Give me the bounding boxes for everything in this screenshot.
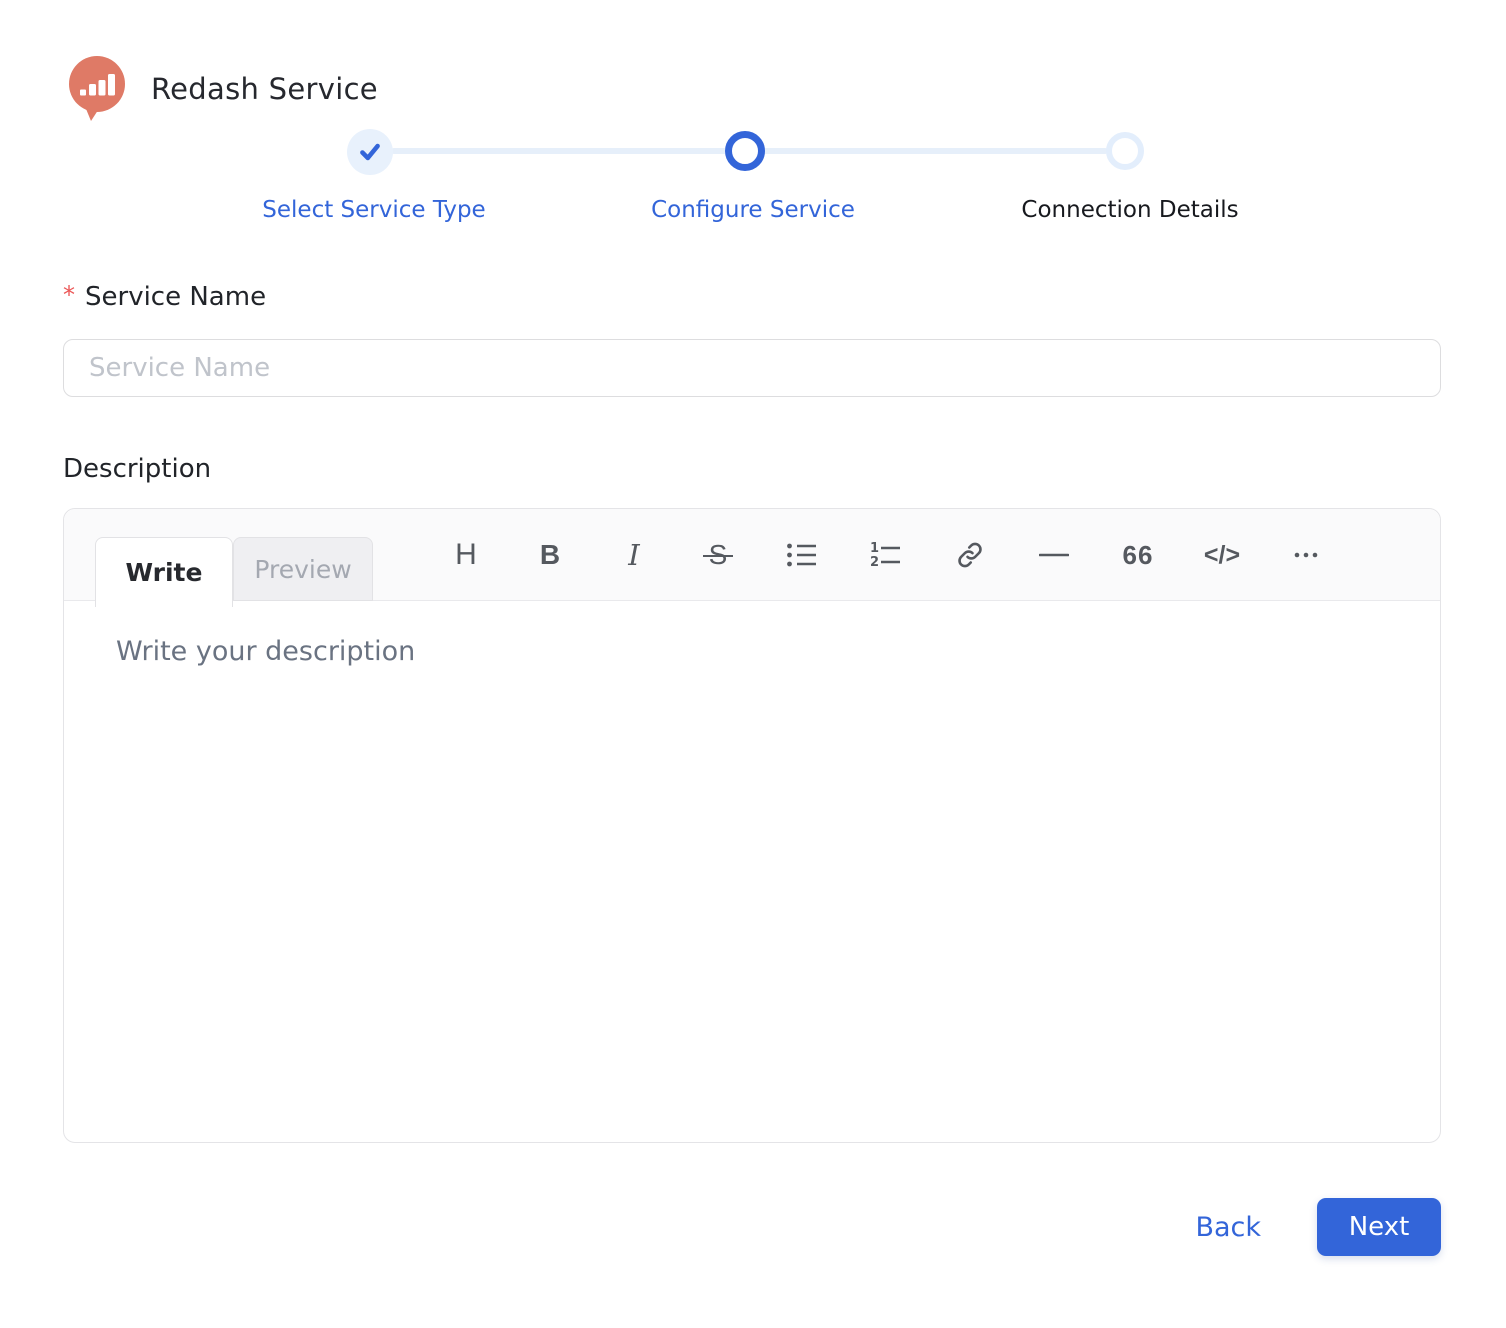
- redash-logo-icon: [65, 56, 129, 122]
- description-editor: Write Preview H B I S: [63, 508, 1441, 1143]
- link-icon: [955, 540, 985, 570]
- code-icon: </>: [1204, 543, 1240, 568]
- tab-write[interactable]: Write: [95, 537, 233, 607]
- step-connection-details-indicator: [1106, 132, 1144, 170]
- description-textarea[interactable]: [64, 602, 1440, 1142]
- redash-service-wizard: Redash Service Select Service Type Confi…: [0, 0, 1506, 1328]
- strikethrough-icon: S: [709, 541, 728, 569]
- svg-text:1: 1: [870, 541, 879, 556]
- description-label: Description: [63, 454, 211, 484]
- bold-icon: B: [540, 541, 560, 569]
- back-button[interactable]: Back: [1189, 1212, 1267, 1243]
- page-title: Redash Service: [151, 72, 378, 106]
- unordered-list-icon: [786, 542, 818, 568]
- horizontal-rule-button[interactable]: [1012, 523, 1096, 587]
- code-button[interactable]: </>: [1180, 523, 1264, 587]
- heading-button[interactable]: H: [424, 523, 508, 587]
- link-button[interactable]: [928, 523, 1012, 587]
- stepper-connector-2: [763, 148, 1108, 154]
- check-icon: [357, 139, 383, 165]
- step-label-configure-service[interactable]: Configure Service: [651, 197, 855, 223]
- horizontal-rule-icon: [1039, 542, 1069, 568]
- italic-icon: I: [628, 541, 639, 570]
- more-icon: [1292, 542, 1320, 568]
- wizard-footer: Back Next: [1189, 1198, 1441, 1256]
- step-label-connection-details: Connection Details: [1021, 197, 1238, 223]
- ordered-list-button[interactable]: 1 2: [844, 523, 928, 587]
- svg-text:2: 2: [870, 555, 879, 569]
- heading-icon: H: [455, 540, 477, 570]
- service-name-label-text: Service Name: [85, 282, 266, 312]
- ordered-list-icon: 1 2: [870, 541, 902, 569]
- next-button[interactable]: Next: [1317, 1198, 1441, 1256]
- step-configure-service-indicator[interactable]: [725, 131, 765, 171]
- stepper-connector-1: [391, 148, 727, 154]
- strikethrough-button[interactable]: S: [676, 523, 760, 587]
- service-name-input[interactable]: [63, 339, 1441, 397]
- bold-button[interactable]: B: [508, 523, 592, 587]
- step-select-service-type-indicator[interactable]: [347, 129, 393, 175]
- tab-preview[interactable]: Preview: [233, 537, 373, 601]
- unordered-list-button[interactable]: [760, 523, 844, 587]
- italic-button[interactable]: I: [592, 523, 676, 587]
- more-button[interactable]: [1264, 523, 1348, 587]
- quote-icon: 66: [1123, 542, 1154, 568]
- quote-button[interactable]: 66: [1096, 523, 1180, 587]
- editor-toolbar: H B I S: [424, 509, 1348, 601]
- required-asterisk: *: [63, 281, 75, 309]
- step-label-select-service-type[interactable]: Select Service Type: [262, 197, 485, 223]
- app-header: Redash Service: [65, 56, 378, 122]
- service-name-label: * Service Name: [63, 281, 266, 312]
